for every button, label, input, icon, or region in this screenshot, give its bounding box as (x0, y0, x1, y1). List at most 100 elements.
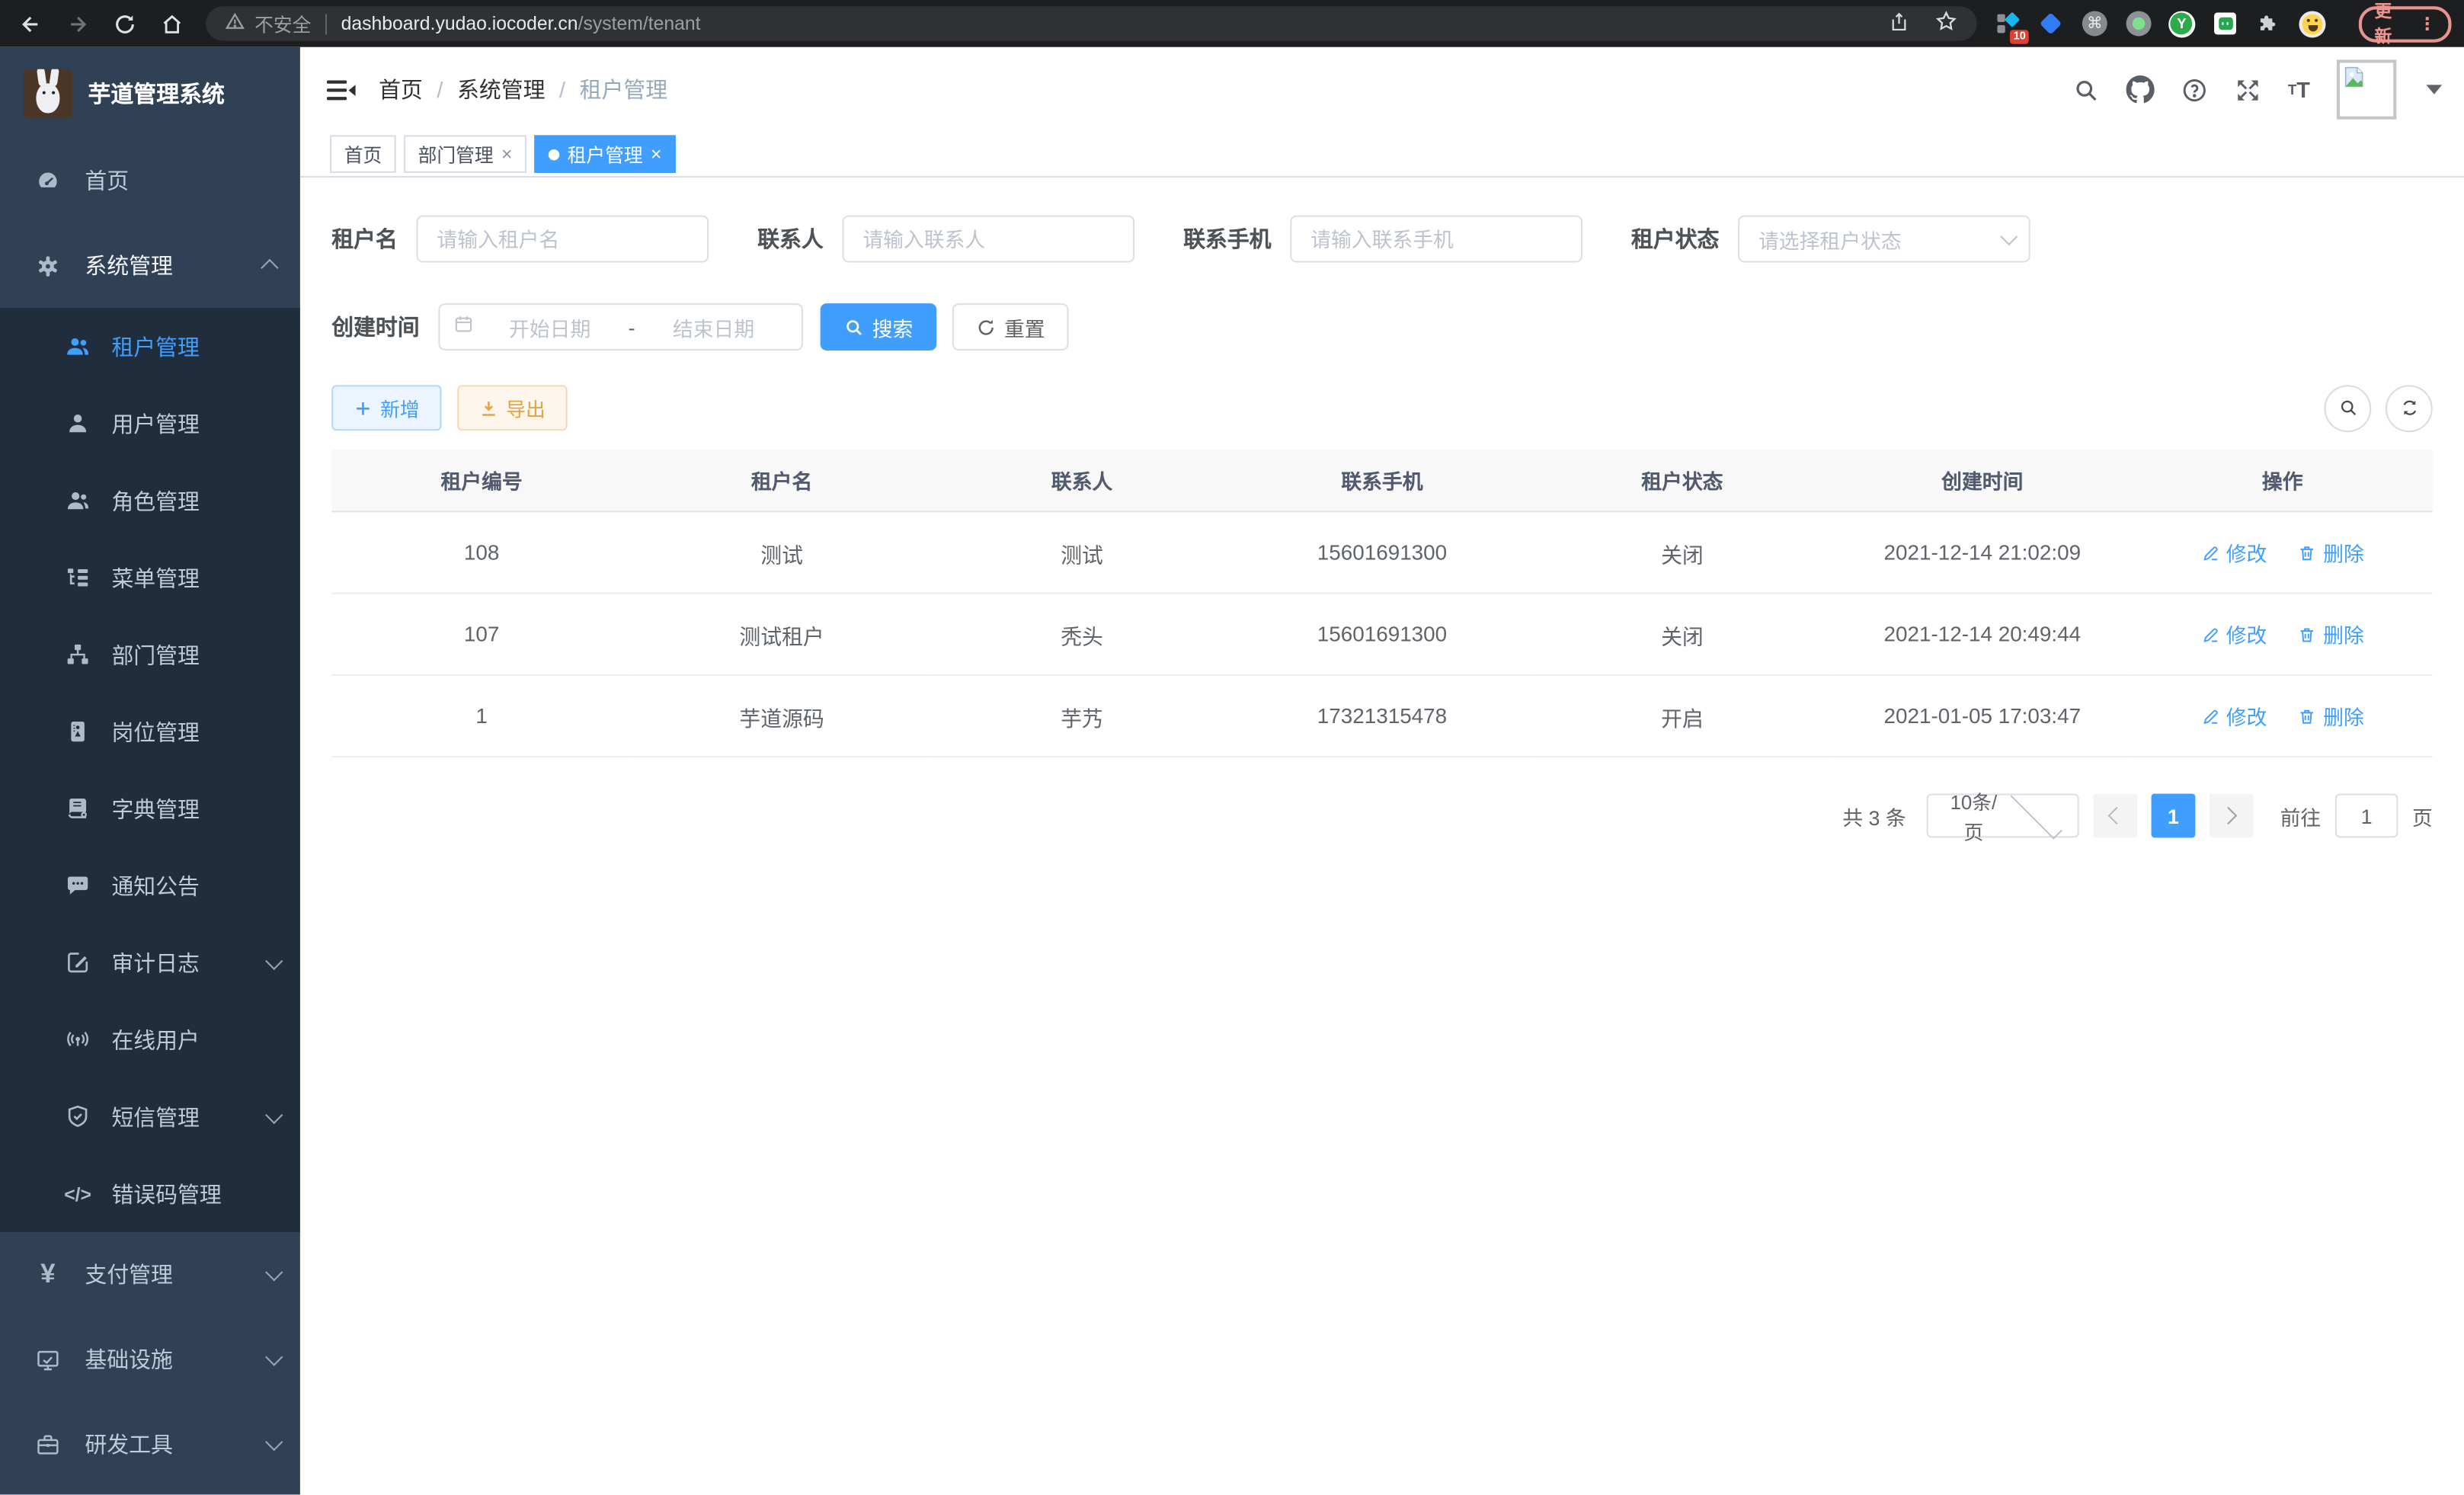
tenant-name-input[interactable] (417, 216, 709, 263)
breadcrumb-system[interactable]: 系统管理 (457, 74, 546, 105)
prev-page-button[interactable] (2093, 794, 2137, 838)
sidebar-item-user[interactable]: 用户管理 (0, 385, 300, 462)
user-avatar[interactable] (2337, 59, 2396, 119)
tab-home[interactable]: 首页 (330, 135, 396, 173)
page-number-button[interactable]: 1 (2151, 794, 2195, 838)
cell-created: 2021-01-05 17:03:47 (1832, 675, 2133, 757)
font-size-icon[interactable]: TT (2288, 78, 2310, 101)
cell-name: 芋道源码 (632, 675, 932, 757)
header-search-icon[interactable] (2072, 76, 2099, 103)
sidebar-item-infra[interactable]: 基础设施 (0, 1317, 300, 1401)
browser-forward-icon[interactable] (66, 11, 90, 35)
download-icon (479, 399, 498, 418)
goto-page-input[interactable] (2335, 794, 2398, 838)
sidebar-item-home[interactable]: 首页 (0, 139, 300, 223)
sidebar-item-pay[interactable]: ¥ 支付管理 (0, 1232, 300, 1317)
monitor-icon (34, 1346, 61, 1373)
sidebar-logo[interactable]: 芋道管理系统 (0, 47, 300, 139)
ext-yudao-icon[interactable]: Y (2168, 10, 2195, 37)
table-row: 108 测试 测试 15601691300 关闭 2021-12-14 21:0… (331, 511, 2433, 593)
ext-tab-manager-icon[interactable]: 10 (1995, 10, 2021, 37)
browser-menu-icon[interactable]: ⋮ (2418, 14, 2436, 34)
search-icon (844, 317, 865, 338)
page-size-select[interactable]: 10条/页 (1927, 794, 2079, 838)
browser-home-icon[interactable] (160, 11, 184, 35)
refresh-table-button[interactable] (2386, 384, 2433, 431)
tenant-table: 租户编号 租户名 联系人 联系手机 租户状态 创建时间 操作 108 测试 (331, 450, 2433, 757)
ext-chat-icon[interactable] (2213, 10, 2238, 37)
close-icon[interactable]: × (651, 145, 661, 164)
code-icon: </> (65, 1180, 91, 1207)
edit-link[interactable]: 修改 (2201, 537, 2267, 567)
sidebar-item-notice[interactable]: 通知公告 (0, 847, 300, 924)
sidebar-item-dept[interactable]: 部门管理 (0, 616, 300, 693)
sidebar-item-sms[interactable]: 短信管理 (0, 1078, 300, 1155)
profile-avatar-icon[interactable] (2299, 10, 2325, 37)
sidebar-item-tenant[interactable]: 租户管理 (0, 308, 300, 385)
close-icon[interactable]: × (501, 145, 512, 164)
sidebar-collapse-icon[interactable] (300, 76, 379, 103)
mobile-input[interactable] (1290, 216, 1582, 263)
fullscreen-icon[interactable] (2235, 76, 2261, 103)
cell-contact: 测试 (932, 511, 1232, 593)
ext-command-icon[interactable]: ⌘ (2082, 10, 2107, 37)
logo-rabbit-image (24, 69, 72, 117)
breadcrumb: 首页 / 系统管理 / 租户管理 (379, 74, 667, 105)
chevron-right-icon (2220, 807, 2238, 824)
delete-link[interactable]: 删除 (2298, 619, 2364, 649)
sidebar-item-error-code[interactable]: </> 错误码管理 (0, 1155, 300, 1232)
extensions-puzzle-icon[interactable] (2256, 10, 2282, 37)
export-button[interactable]: 导出 (457, 385, 567, 431)
sidebar-item-menu[interactable]: 菜单管理 (0, 539, 300, 616)
delete-link[interactable]: 删除 (2298, 537, 2364, 567)
address-bar[interactable]: 不安全 dashboard.yudao.iocoder.cn/system/te… (206, 6, 1976, 40)
tenants-icon (65, 333, 91, 360)
bookmark-star-icon[interactable] (1934, 9, 1957, 37)
next-page-button[interactable] (2210, 794, 2254, 838)
col-contact: 联系人 (932, 450, 1232, 511)
show-search-toggle-button[interactable] (2324, 384, 2371, 431)
tab-dept[interactable]: 部门管理 × (404, 135, 526, 173)
tab-label: 首页 (344, 141, 382, 168)
table-row: 1 芋道源码 芋艿 17321315478 开启 2021-01-05 17:0… (331, 675, 2433, 757)
ext-recorder-icon[interactable] (2125, 10, 2151, 37)
edit-pencil-icon (2201, 706, 2220, 725)
trash-icon (2298, 706, 2317, 725)
sidebar-item-audit-log[interactable]: 审计日志 (0, 924, 300, 1001)
breadcrumb-home[interactable]: 首页 (379, 74, 423, 105)
sidebar-item-post[interactable]: 岗位管理 (0, 693, 300, 770)
message-icon (65, 872, 91, 899)
extensions-bar: 10 ⌘ Y 更新 ⋮ (1995, 5, 2451, 41)
github-icon[interactable] (2126, 75, 2154, 104)
sidebar-item-system[interactable]: 系统管理 (0, 223, 300, 308)
search-button[interactable]: 搜索 (821, 303, 937, 351)
cell-id: 107 (331, 594, 632, 675)
sidebar-item-label: 租户管理 (111, 331, 200, 362)
reset-button[interactable]: 重置 (952, 303, 1069, 351)
sidebar-item-dict[interactable]: 字典管理 (0, 770, 300, 847)
edit-link[interactable]: 修改 (2201, 701, 2267, 731)
audit-log-icon (65, 949, 91, 976)
add-button[interactable]: 新增 (331, 385, 441, 431)
share-icon[interactable] (1888, 10, 1909, 37)
chrome-update-button[interactable]: 更新 ⋮ (2359, 5, 2452, 41)
browser-back-icon[interactable] (19, 11, 43, 35)
edit-link[interactable]: 修改 (2201, 619, 2267, 649)
trash-icon (2298, 543, 2317, 562)
date-range-picker[interactable]: 开始日期 - 结束日期 (438, 303, 803, 351)
browser-reload-icon[interactable] (114, 11, 137, 35)
security-warning-icon (225, 11, 245, 36)
user-menu-caret-icon[interactable] (2427, 85, 2443, 94)
col-tenant-id: 租户编号 (331, 450, 632, 511)
security-label[interactable]: 不安全 (254, 10, 311, 37)
contact-input[interactable] (843, 216, 1135, 263)
sidebar-item-online-users[interactable]: 在线用户 (0, 1001, 300, 1078)
tab-tenant[interactable]: 租户管理 × (534, 135, 676, 173)
help-icon[interactable] (2181, 76, 2208, 103)
url-domain[interactable]: dashboard.yudao.iocoder.cn (341, 13, 578, 35)
status-select[interactable]: 请选择租户状态 (1738, 216, 2030, 263)
sidebar-item-devtools[interactable]: 研发工具 (0, 1402, 300, 1487)
delete-link[interactable]: 删除 (2298, 701, 2364, 731)
ext-kite-icon[interactable] (2038, 10, 2064, 37)
sidebar-item-role[interactable]: 角色管理 (0, 462, 300, 539)
